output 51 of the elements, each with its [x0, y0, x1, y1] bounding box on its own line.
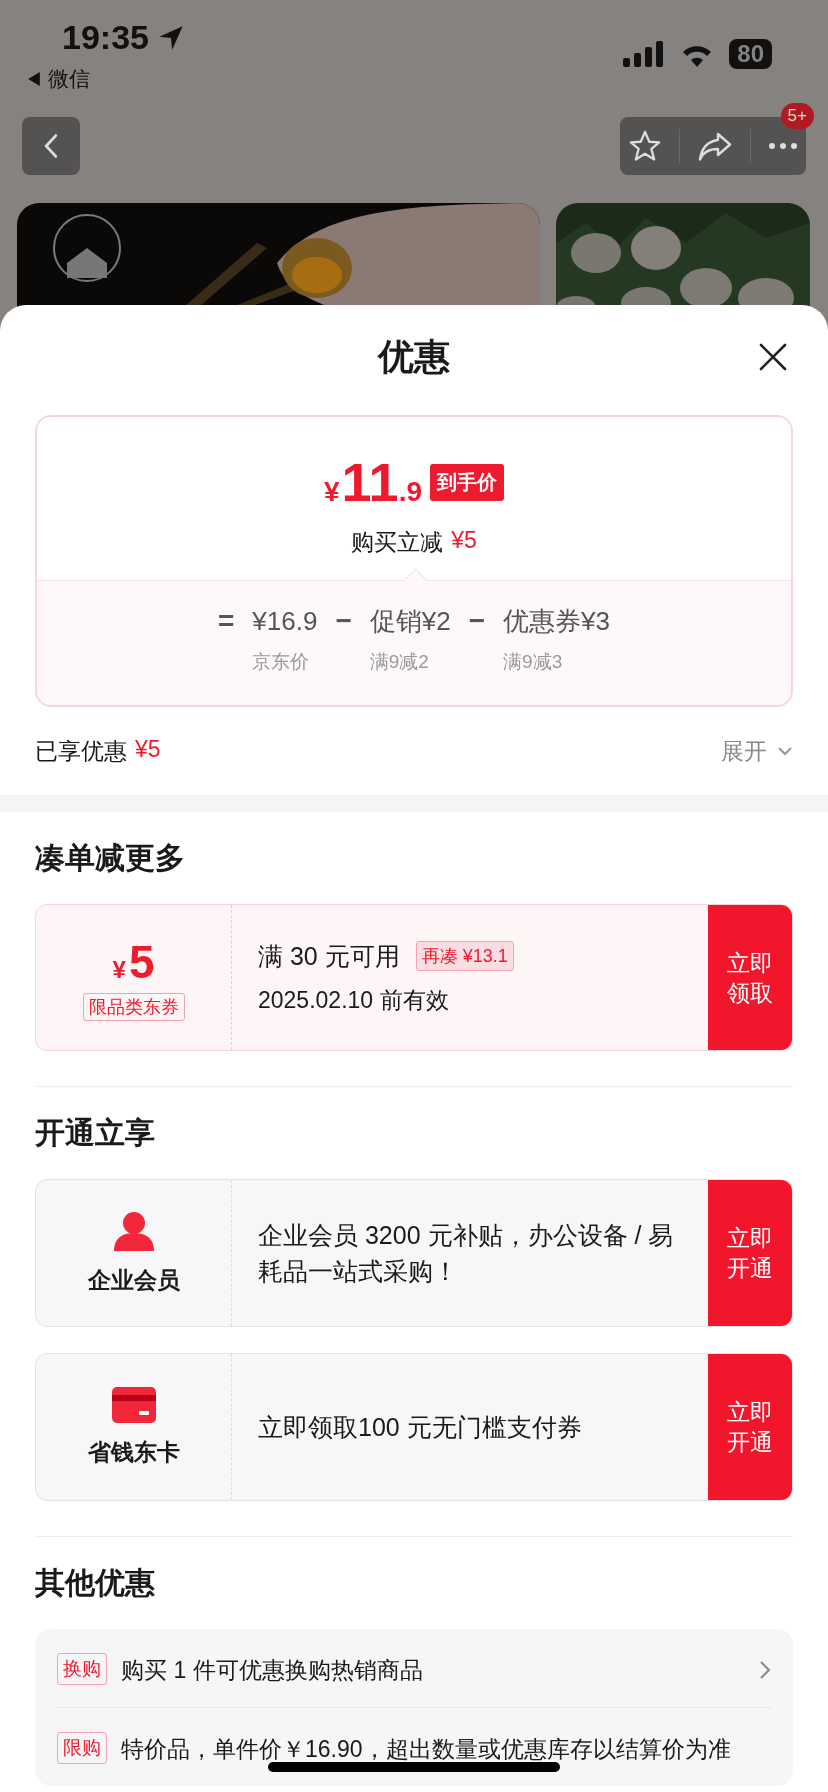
star-icon[interactable] [628, 129, 663, 163]
price-term: 促销¥2 [369, 605, 451, 638]
final-price-badge: 到手价 [430, 463, 504, 501]
price-term-note: 满9减3 [503, 650, 563, 674]
sheet-title: 优惠 [378, 334, 450, 379]
card-icon [111, 1386, 156, 1423]
offer-name: 企业会员 [87, 1265, 180, 1295]
coupon-validity: 2025.02.10 前有效 [258, 985, 450, 1015]
claim-button[interactable]: 立即领取 [708, 905, 792, 1050]
chevron-down-icon [777, 746, 793, 756]
activate-button[interactable]: 立即开通 [708, 1180, 792, 1326]
operator-sign: = [218, 604, 235, 638]
coupon-amount: ¥5 [112, 934, 155, 989]
status-time: 19:35 [62, 18, 149, 57]
activate-button[interactable]: 立即开通 [708, 1354, 792, 1500]
price-term-note: 满9减2 [369, 650, 429, 674]
person-icon [111, 1210, 156, 1251]
signal-icon [623, 41, 666, 67]
offer-tag: 限购 [57, 1732, 107, 1764]
offer-description: 立即领取100 元无门槛支付券 [258, 1412, 582, 1443]
coupon-type-tag: 限品类东券 [82, 992, 185, 1021]
enjoyed-label: 已享优惠 [35, 736, 127, 766]
offer-description: 企业会员 3200 元补贴，办公设备 / 易耗品一站式采购！ [258, 1220, 675, 1287]
coupon-condition: 满 30 元可用 [258, 940, 400, 972]
back-to-app-link[interactable]: 微信 [28, 65, 185, 93]
chevron-left-icon [43, 133, 59, 159]
back-button[interactable] [22, 117, 80, 175]
final-price: ¥11.9 [324, 451, 422, 513]
discount-amount: ¥5 [451, 527, 477, 555]
close-icon[interactable] [759, 343, 787, 371]
enjoyed-amount: ¥5 [135, 735, 161, 764]
coupon-extra-tag: 再凑 ¥13.1 [415, 941, 514, 971]
section-title: 凑单减更多 [34, 839, 186, 876]
operator-sign: − [468, 604, 486, 638]
section-title: 其他优惠 [34, 1564, 156, 1601]
price-term: 优惠券¥3 [503, 605, 610, 638]
offer-tag: 换购 [57, 1653, 107, 1685]
expand-button[interactable]: 展开 [721, 735, 793, 767]
more-icon[interactable] [767, 142, 798, 150]
back-triangle-icon [28, 72, 40, 86]
offer-text[interactable]: 购买 1 件可优惠换购热销商品 [121, 1653, 745, 1687]
price-term: ¥16.9 [252, 605, 318, 638]
section-title: 开通立享 [34, 1114, 156, 1151]
operator-sign: − [335, 604, 352, 638]
chevron-right-icon[interactable] [759, 1660, 771, 1680]
notification-badge: 5+ [780, 103, 814, 129]
price-term-note: 京东价 [252, 650, 310, 674]
offer-text[interactable]: 特价品，单件价￥16.90，超出数量或优惠库存以结算价为准 [121, 1732, 771, 1766]
battery-indicator: 80 [729, 39, 772, 69]
discount-label: 购买立减 [351, 528, 444, 557]
offer-name: 省钱东卡 [87, 1437, 180, 1467]
